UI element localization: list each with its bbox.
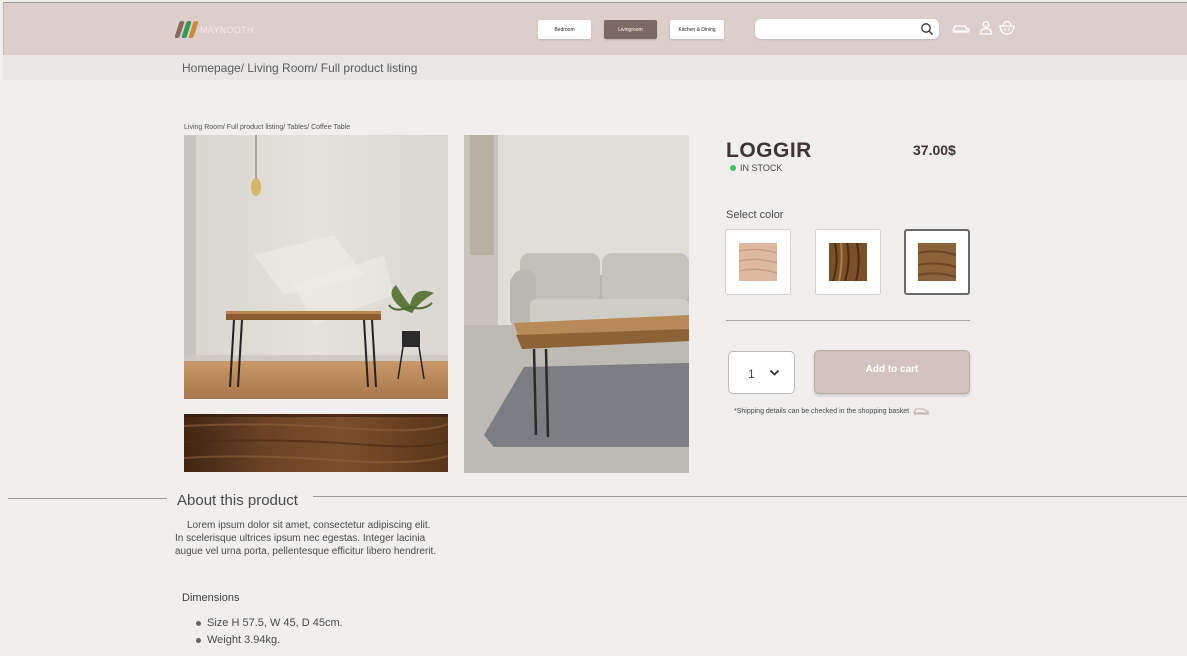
color-swatch-light-wood[interactable]	[725, 229, 791, 295]
medium-wood-swatch-image	[918, 243, 956, 281]
dimension-size: Size H 57.5, W 45, D 45cm.	[207, 617, 343, 629]
stock-status: IN STOCK	[730, 163, 782, 173]
logo-mark-icon	[174, 21, 199, 39]
dimension-item: Size H 57.5, W 45, D 45cm.	[196, 617, 343, 629]
search-input[interactable]	[755, 19, 939, 39]
section-divider	[726, 320, 970, 321]
color-swatch-dark-wood[interactable]	[815, 229, 881, 295]
shipping-note: *Shipping details can be checked in the …	[734, 406, 930, 416]
dimension-weight: Weight 3.94kg.	[207, 634, 281, 646]
breadcrumb-bar: Homepage/ Living Room/ Full product list…	[3, 55, 1187, 80]
light-wood-swatch-image	[739, 243, 777, 281]
dimensions-title: Dimensions	[182, 592, 240, 604]
stock-label: IN STOCK	[740, 163, 783, 173]
dark-wood-swatch-image	[829, 243, 867, 281]
product-image-wood-texture[interactable]	[184, 414, 448, 472]
category-path[interactable]: Living Room/ Full product listing/ Table…	[184, 124, 350, 131]
nav-bedroom-button[interactable]: Bedroom	[538, 20, 591, 39]
product-image-main[interactable]	[184, 135, 448, 399]
user-account-icon[interactable]	[976, 20, 996, 36]
breadcrumb[interactable]: Homepage/ Living Room/ Full product list…	[182, 61, 417, 75]
about-divider-right	[313, 496, 1187, 497]
brand-name: MAYNOOTH	[200, 25, 254, 35]
product-title: LOGGIR	[726, 139, 812, 162]
top-navigation-bar: MAYNOOTH Bedroom Livingroom Kitchen & Di…	[3, 2, 1187, 55]
shopping-basket-icon[interactable]	[997, 20, 1017, 36]
bullet-icon	[196, 637, 201, 643]
about-title: About this product	[177, 492, 298, 509]
product-price: 37.00$	[913, 142, 956, 158]
chevron-down-icon	[769, 369, 780, 376]
in-stock-indicator-icon	[730, 165, 736, 171]
product-description: Lorem ipsum dolor sit amet, consectetur …	[175, 520, 437, 557]
nav-livingroom-button[interactable]: Livingroom	[604, 20, 657, 39]
search-icon[interactable]	[920, 22, 934, 36]
dimension-item: Weight 3.94kg.	[196, 634, 280, 646]
shipping-truck-icon	[913, 408, 930, 415]
shipping-truck-icon[interactable]	[951, 20, 971, 36]
product-image-room[interactable]	[464, 135, 689, 473]
about-divider-left	[8, 498, 167, 499]
add-to-cart-button[interactable]: Add to cart	[814, 350, 970, 394]
quantity-select[interactable]: 1	[728, 351, 795, 394]
nav-kitchen-dining-button[interactable]: Kitchen & Dining	[670, 20, 724, 39]
select-color-label: Select color	[726, 209, 784, 221]
color-swatch-medium-wood[interactable]	[904, 229, 970, 295]
brand-logo[interactable]: MAYNOOTH	[174, 21, 254, 39]
shipping-note-text: *Shipping details can be checked in the …	[734, 407, 910, 415]
bullet-icon	[196, 620, 201, 626]
quantity-value: 1	[748, 367, 755, 381]
